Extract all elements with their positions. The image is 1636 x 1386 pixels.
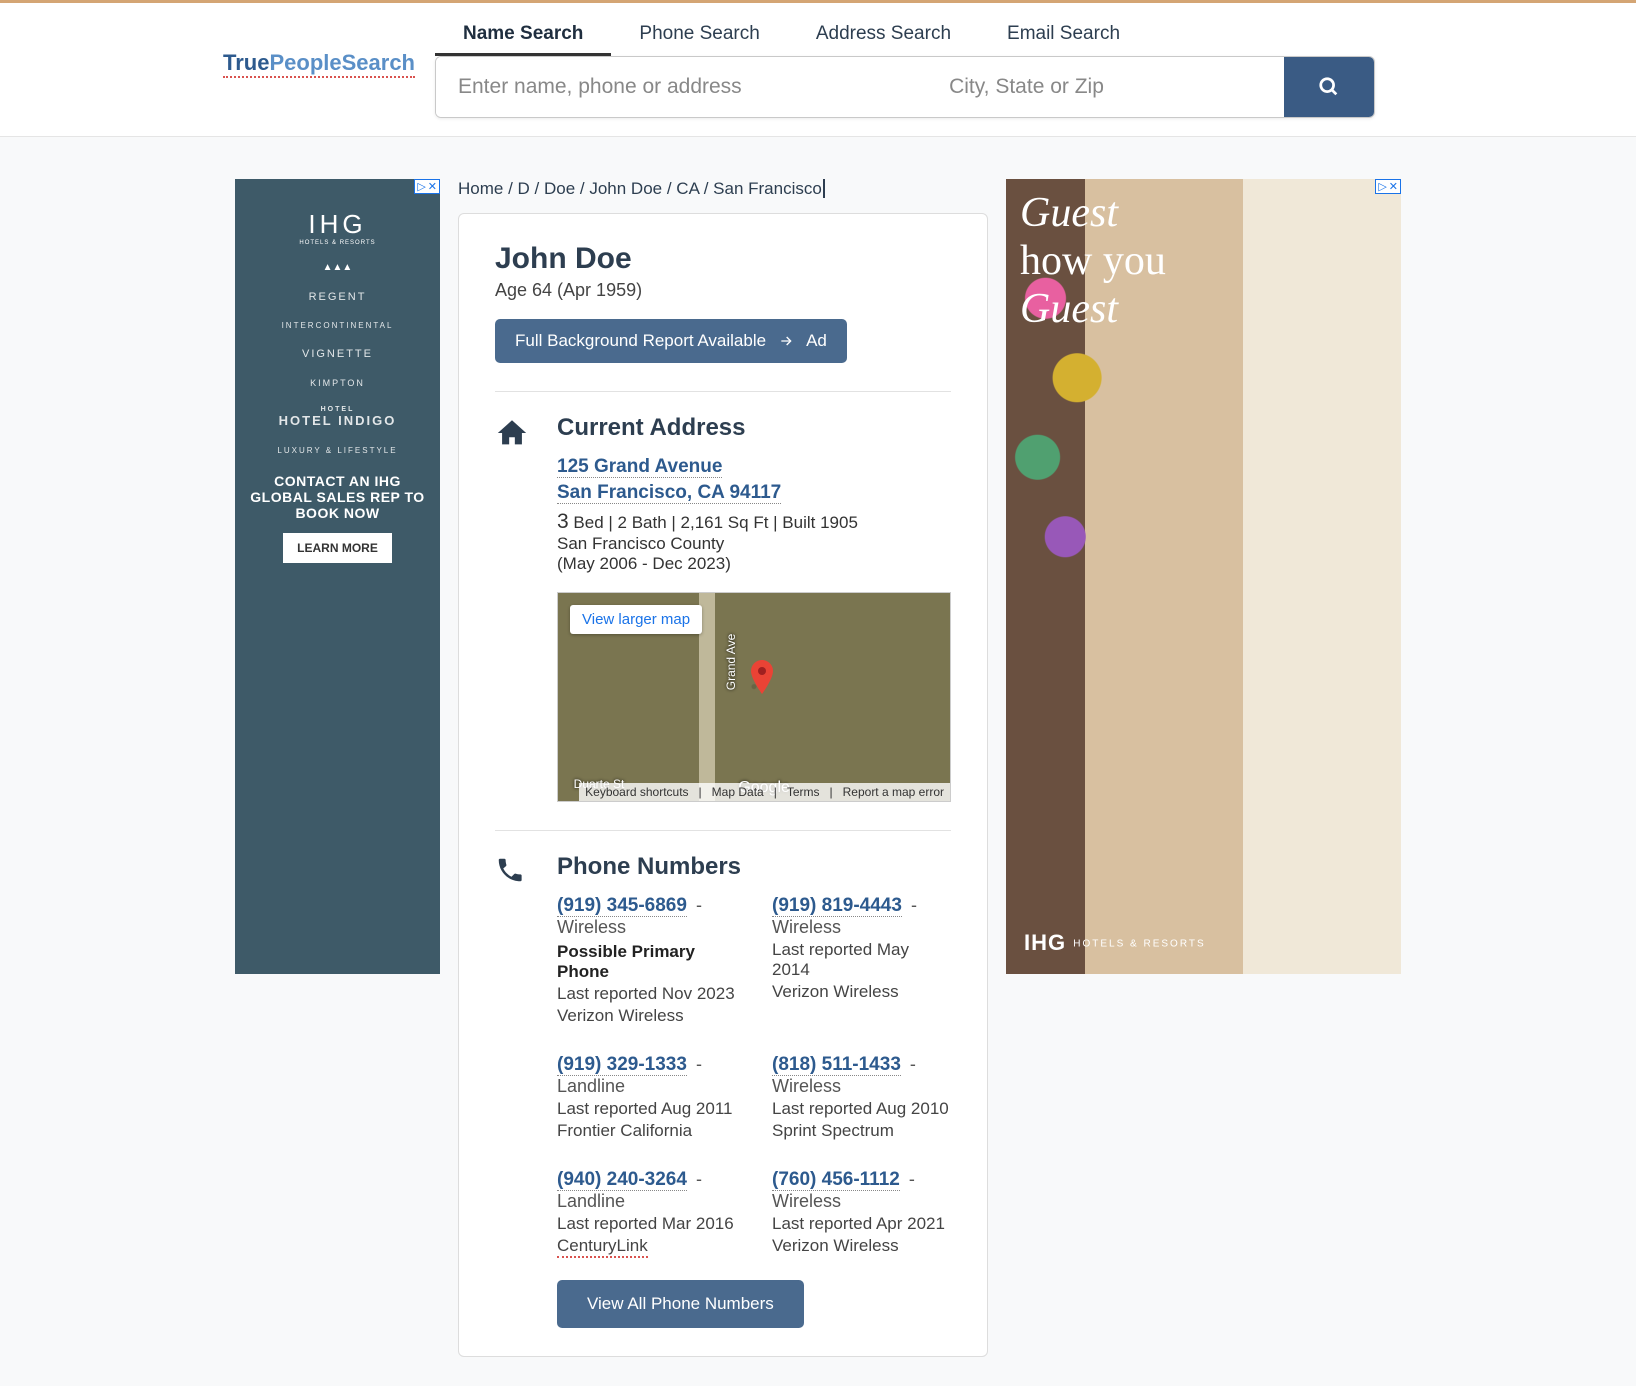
- tab-email-search[interactable]: Email Search: [979, 15, 1148, 56]
- phone-number[interactable]: (919) 329-1333: [557, 1054, 687, 1076]
- breadcrumb-letter[interactable]: D: [518, 179, 530, 198]
- breadcrumb-home[interactable]: Home: [458, 179, 503, 198]
- phone-number[interactable]: (919) 345-6869: [557, 895, 687, 917]
- breadcrumb-state[interactable]: CA: [676, 179, 699, 198]
- phone-item: (919) 329-1333 - LandlineLast reported A…: [557, 1054, 736, 1141]
- search-input-location[interactable]: [927, 57, 1284, 117]
- phone-number[interactable]: (818) 511-1433: [772, 1054, 901, 1076]
- map-pin-icon: [750, 660, 774, 694]
- site-logo[interactable]: TruePeopleSearch: [223, 50, 415, 76]
- phone-carrier: Verizon Wireless: [772, 982, 951, 1002]
- map-terms-link[interactable]: Terms: [787, 785, 820, 799]
- phone-reported: Last reported Nov 2023: [557, 984, 736, 1004]
- arrow-right-icon: [778, 333, 794, 349]
- map-road-label: Grand Ave: [724, 634, 738, 690]
- phone-item: (818) 511-1433 - WirelessLast reported A…: [772, 1054, 951, 1141]
- site-header: TruePeopleSearch Name Search Phone Searc…: [0, 3, 1636, 137]
- search-form: [435, 56, 1375, 118]
- ad-left[interactable]: ▷✕ IHG HOTELS & RESORTS ▲▲▲ REGENT INTER…: [235, 179, 440, 974]
- breadcrumb: Home / D / Doe / John Doe / CA / San Fra…: [458, 137, 988, 213]
- map-report-link[interactable]: Report a map error: [843, 785, 944, 799]
- phone-item: (940) 240-3264 - LandlineLast reported M…: [557, 1169, 736, 1256]
- phone-carrier: CenturyLink: [557, 1236, 736, 1256]
- view-all-phones-button[interactable]: View All Phone Numbers: [557, 1280, 804, 1328]
- phone-carrier: Verizon Wireless: [772, 1236, 951, 1256]
- phone-primary-label: Possible Primary Phone: [557, 942, 736, 982]
- tab-name-search[interactable]: Name Search: [435, 15, 611, 56]
- person-age: Age 64 (Apr 1959): [495, 280, 951, 301]
- current-address-title: Current Address: [557, 414, 951, 442]
- background-report-button[interactable]: Full Background Report Available Ad: [495, 319, 847, 363]
- ad-learn-more[interactable]: LEARN MORE: [283, 533, 392, 563]
- phone-item: (919) 345-6869 - WirelessPossible Primar…: [557, 895, 736, 1026]
- map-keyboard-shortcuts[interactable]: Keyboard shortcuts: [585, 785, 688, 799]
- breadcrumb-city[interactable]: San Francisco: [713, 179, 825, 198]
- breadcrumb-fullname[interactable]: John Doe: [589, 179, 662, 198]
- tab-address-search[interactable]: Address Search: [788, 15, 979, 56]
- address-facts: 3 Bed | 2 Bath | 2,161 Sq Ft | Built 190…: [557, 510, 951, 534]
- ad-right[interactable]: ▷✕ Guest how you Guest IHG HOTELS & RESO…: [1006, 179, 1401, 974]
- phone-reported: Last reported Aug 2011: [557, 1099, 736, 1119]
- phone-numbers-title: Phone Numbers: [557, 853, 951, 881]
- phone-number[interactable]: (919) 819-4443: [772, 895, 902, 917]
- search-tabs: Name Search Phone Search Address Search …: [435, 15, 1413, 56]
- map-footer: Keyboard shortcuts | Map Data | Terms | …: [579, 783, 950, 801]
- search-input-main[interactable]: [436, 57, 927, 117]
- phone-icon: [495, 855, 525, 885]
- result-card: John Doe Age 64 (Apr 1959) Full Backgrou…: [458, 213, 988, 1357]
- phone-number[interactable]: (760) 456-1112: [772, 1169, 900, 1191]
- address-map[interactable]: View larger map Grand Ave Duarte St Goog…: [557, 592, 951, 802]
- phone-carrier: Verizon Wireless: [557, 1006, 736, 1026]
- phone-carrier: Sprint Spectrum: [772, 1121, 951, 1141]
- address-dates: (May 2006 - Dec 2023): [557, 554, 951, 574]
- ad-info-icon[interactable]: ▷✕: [1375, 179, 1401, 194]
- address-street[interactable]: 125 Grand Avenue: [557, 456, 722, 478]
- search-icon: [1318, 76, 1340, 98]
- tab-phone-search[interactable]: Phone Search: [611, 15, 787, 56]
- person-name: John Doe: [495, 242, 951, 276]
- address-city[interactable]: San Francisco, CA 94117: [557, 482, 781, 504]
- map-data-link[interactable]: Map Data: [712, 785, 764, 799]
- address-county: San Francisco County: [557, 534, 951, 554]
- phone-reported: Last reported Aug 2010: [772, 1099, 951, 1119]
- phone-item: (919) 819-4443 - WirelessLast reported M…: [772, 895, 951, 1026]
- phone-reported: Last reported Mar 2016: [557, 1214, 736, 1234]
- phone-item: (760) 456-1112 - WirelessLast reported A…: [772, 1169, 951, 1256]
- phone-number[interactable]: (940) 240-3264: [557, 1169, 687, 1191]
- phone-reported: Last reported May 2014: [772, 940, 951, 980]
- phone-carrier: Frontier California: [557, 1121, 736, 1141]
- phone-reported: Last reported Apr 2021: [772, 1214, 951, 1234]
- breadcrumb-surname[interactable]: Doe: [544, 179, 575, 198]
- home-icon: [495, 416, 529, 450]
- view-larger-map[interactable]: View larger map: [570, 605, 702, 634]
- search-button[interactable]: [1284, 57, 1374, 117]
- ad-info-icon[interactable]: ▷✕: [414, 179, 440, 194]
